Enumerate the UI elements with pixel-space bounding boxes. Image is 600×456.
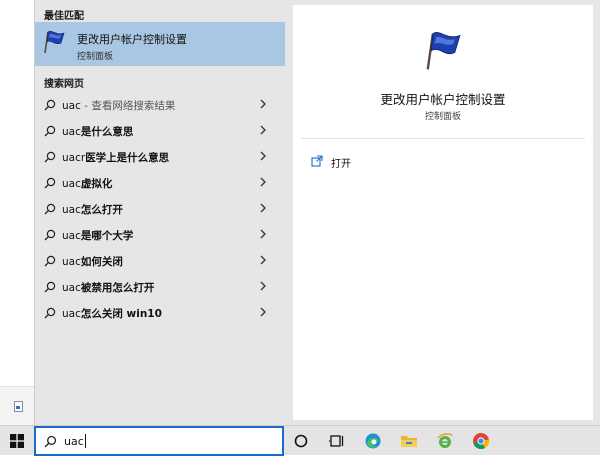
query-suffix: 虚拟化 <box>80 178 113 190</box>
query-suffix: 是什么意思 <box>80 126 134 138</box>
desktop-background <box>0 0 34 425</box>
search-icon <box>44 281 56 293</box>
chevron-right-icon[interactable] <box>257 124 269 136</box>
query-suffix: 是哪个大学 <box>80 230 134 242</box>
query-suffix: - 查看网络搜索结果 <box>80 100 176 112</box>
query-suffix: 怎么打开 <box>80 204 123 216</box>
web-search-item[interactable]: uac如何关闭 <box>35 248 285 274</box>
detail-pane: 更改用户帐户控制设置 控制面板 打开 <box>293 0 600 425</box>
web-search-item[interactable]: uac被禁用怎么打开 <box>35 274 285 300</box>
web-search-item[interactable]: uac是哪个大学 <box>35 222 285 248</box>
query-suffix: 医学上是什么意思 <box>85 152 170 164</box>
open-action-label: 打开 <box>331 159 351 170</box>
chevron-right-icon[interactable] <box>257 202 269 214</box>
chevron-right-icon[interactable] <box>257 228 269 240</box>
detail-title: 更改用户帐户控制设置 <box>380 92 506 107</box>
chevron-right-icon[interactable] <box>257 176 269 188</box>
query-text: uac <box>62 126 81 138</box>
detail-card: 更改用户帐户控制设置 控制面板 打开 <box>293 5 593 420</box>
query-text: uac <box>62 308 81 320</box>
query-text: uac <box>62 230 81 242</box>
query-suffix: 怎么关闭 win10 <box>80 308 162 320</box>
query-text: uac <box>62 256 81 268</box>
search-icon <box>44 229 56 241</box>
web-search-item[interactable]: uac虚拟化 <box>35 170 285 196</box>
ie-icon[interactable] <box>436 432 454 450</box>
start-search-panel: 最佳匹配 更改用户帐户控制设置 控制面板 搜索网页 uac - 查看网络搜索结果… <box>34 0 600 425</box>
taskbar: uac <box>0 425 600 456</box>
chevron-right-icon[interactable] <box>257 280 269 292</box>
chevron-right-icon[interactable] <box>257 98 269 110</box>
open-action[interactable]: 打开 <box>311 153 431 171</box>
open-icon <box>311 155 323 167</box>
web-search-item[interactable]: uac怎么打开 <box>35 196 285 222</box>
best-match-title: 更改用户帐户控制设置 <box>77 33 187 46</box>
query-text: uac <box>62 178 81 190</box>
taskbar-search-box[interactable]: uac <box>34 426 284 456</box>
web-search-header: 搜索网页 <box>44 79 84 90</box>
uac-flag-icon <box>44 31 65 54</box>
chrome-icon[interactable] <box>472 432 490 450</box>
windows-start-icon[interactable] <box>10 434 24 448</box>
chevron-right-icon[interactable] <box>257 306 269 318</box>
best-match-header: 最佳匹配 <box>44 11 84 22</box>
search-icon <box>44 307 56 319</box>
best-match-result[interactable]: 更改用户帐户控制设置 控制面板 <box>35 22 285 66</box>
task-view-icon[interactable] <box>328 432 346 450</box>
cortana-icon[interactable] <box>292 432 310 450</box>
search-input-value: uac <box>64 435 84 448</box>
search-icon <box>44 125 56 137</box>
search-icon <box>44 435 57 448</box>
search-icon <box>44 203 56 215</box>
query-suffix: 被禁用怎么打开 <box>80 282 155 294</box>
desktop-file-icon[interactable] <box>0 386 34 426</box>
query-suffix: 如何关闭 <box>80 256 123 268</box>
results-pane: 最佳匹配 更改用户帐户控制设置 控制面板 搜索网页 uac - 查看网络搜索结果… <box>35 0 285 425</box>
best-match-subtitle: 控制面板 <box>77 52 114 62</box>
search-icon <box>44 151 56 163</box>
query-text: uac <box>62 282 81 294</box>
web-search-item[interactable]: uac是什么意思 <box>35 118 285 144</box>
web-search-item[interactable]: uac怎么关闭 win10 <box>35 300 285 326</box>
detail-subtitle: 控制面板 <box>424 112 461 122</box>
divider <box>301 138 585 139</box>
search-icon <box>44 177 56 189</box>
web-search-item[interactable]: uac - 查看网络搜索结果 <box>35 92 285 118</box>
chevron-right-icon[interactable] <box>257 254 269 266</box>
search-icon <box>44 255 56 267</box>
chevron-right-icon[interactable] <box>257 150 269 162</box>
query-text: uacr <box>62 152 86 164</box>
search-icon <box>44 99 56 111</box>
query-text: uac <box>62 100 81 112</box>
web-search-item[interactable]: uacr医学上是什么意思 <box>35 144 285 170</box>
query-text: uac <box>62 204 81 216</box>
search-input[interactable]: uac <box>64 434 86 448</box>
file-explorer-icon[interactable] <box>400 432 418 450</box>
edge-icon[interactable] <box>364 432 382 450</box>
uac-flag-icon <box>426 32 461 70</box>
